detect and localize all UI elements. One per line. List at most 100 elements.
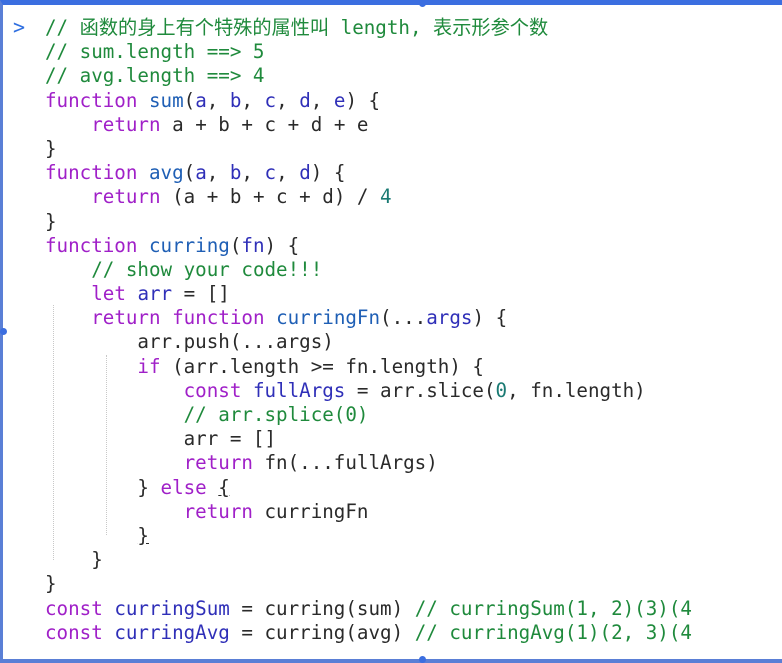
code-token: curring <box>148 233 230 257</box>
code-token: return <box>91 112 173 136</box>
code-token: const <box>183 378 253 402</box>
code-token: (arr.length >= fn.length) { <box>172 354 484 378</box>
code-token: , fn.length) <box>507 378 646 402</box>
code-token: else <box>160 475 219 499</box>
code-token: } <box>137 523 149 547</box>
code-token: return <box>91 185 173 209</box>
code-token: curringFn <box>264 499 369 523</box>
code-token: function <box>45 88 149 112</box>
code-token: fn <box>241 233 265 257</box>
code-line: arr.push(...args) <box>45 330 692 354</box>
code-token: sum <box>148 88 184 112</box>
code-token: , <box>206 88 230 112</box>
code-line: const curringAvg = curring(avg) // curri… <box>45 621 692 645</box>
code-token: , <box>276 161 300 185</box>
code-token: return <box>183 499 265 523</box>
code-token: curringSum <box>114 596 230 620</box>
code-token: , <box>206 161 230 185</box>
code-token: ) { <box>310 161 346 185</box>
code-token: c <box>264 88 277 112</box>
code-line: // sum.length ==> 5 <box>45 40 692 64</box>
code-token: } <box>45 209 57 233</box>
code-line: } <box>45 572 692 596</box>
code-line: return curringFn <box>45 500 692 524</box>
code-token: (... <box>380 306 427 330</box>
resize-handle-top[interactable] <box>419 0 426 7</box>
code-line: // show your code!!! <box>45 258 692 282</box>
code-block[interactable]: // 函数的身上有个特殊的属性叫 length, 表示形参个数// sum.le… <box>45 16 692 645</box>
code-token: ) { <box>264 233 300 257</box>
code-token: , <box>276 88 300 112</box>
code-token: } <box>45 572 57 596</box>
code-token: if <box>137 354 173 378</box>
code-token: c <box>264 161 277 185</box>
code-token: , <box>310 88 334 112</box>
code-token: = curring(avg) <box>229 620 415 644</box>
code-token: return <box>183 451 265 475</box>
code-token: b <box>229 88 242 112</box>
code-line: } <box>45 137 692 161</box>
resize-handle-left[interactable] <box>0 328 7 335</box>
code-token: d <box>299 161 311 185</box>
code-token: a <box>195 88 207 112</box>
code-token: { <box>218 475 230 499</box>
code-token: } <box>45 475 161 499</box>
code-token: , <box>241 88 265 112</box>
code-line: } <box>45 548 692 572</box>
code-token: } <box>45 548 103 572</box>
code-line: arr = [] <box>45 427 692 451</box>
code-line: // 函数的身上有个特殊的属性叫 length, 表示形参个数 <box>45 16 692 40</box>
code-line: } <box>45 210 692 234</box>
code-line: if (arr.length >= fn.length) { <box>45 355 692 379</box>
code-token: a + b + c + d + e <box>172 112 369 136</box>
code-line: function sum(a, b, c, d, e) { <box>45 89 692 113</box>
code-token: const <box>45 620 115 644</box>
code-token: fullArgs <box>252 378 346 402</box>
code-token: e <box>333 88 346 112</box>
code-line: } else { <box>45 476 692 500</box>
code-token: b <box>229 161 242 185</box>
code-token: // sum.length ==> 5 <box>45 40 265 64</box>
code-token: function <box>45 161 149 185</box>
code-token: ) { <box>345 88 381 112</box>
code-token: curringAvg <box>114 620 230 644</box>
code-token: 4 <box>380 185 392 209</box>
code-token: const <box>45 596 115 620</box>
code-line: const fullArgs = arr.slice(0, fn.length) <box>45 379 692 403</box>
code-token: } <box>45 136 57 160</box>
code-token: = curring(sum) <box>229 596 415 620</box>
code-token: ( <box>183 88 196 112</box>
code-line: return (a + b + c + d) / 4 <box>45 185 692 209</box>
code-token: let <box>91 282 138 306</box>
code-line: // avg.length ==> 4 <box>45 64 692 88</box>
code-token: // 函数的身上有个特殊的属性叫 length, 表示形参个数 <box>45 16 549 39</box>
console-code-panel[interactable]: > // 函数的身上有个特殊的属性叫 length, 表示形参个数// sum.… <box>0 0 782 663</box>
code-token: // curringSum(1, 2)(3)(4 <box>414 596 692 620</box>
code-token: arr.push(...args) <box>45 330 334 354</box>
code-token: a <box>195 161 207 185</box>
console-prompt-icon: > <box>13 15 26 39</box>
code-token: 0 <box>495 378 508 402</box>
code-token: // avg.length ==> 4 <box>45 64 265 88</box>
code-line: return function curringFn(...args) { <box>45 306 692 330</box>
code-token: d <box>299 88 311 112</box>
resize-handle-bottom[interactable] <box>419 656 426 663</box>
code-token: (a + b + c + d) / <box>172 185 381 209</box>
code-line: function avg(a, b, c, d) { <box>45 161 692 185</box>
code-token: curringFn <box>276 306 381 330</box>
code-line: const curringSum = curring(sum) // curri… <box>45 597 692 621</box>
code-token: function <box>45 233 149 257</box>
code-token: = arr.slice( <box>345 378 496 402</box>
code-token: arr <box>137 282 173 306</box>
code-token: fn(...fullArgs) <box>264 451 438 475</box>
